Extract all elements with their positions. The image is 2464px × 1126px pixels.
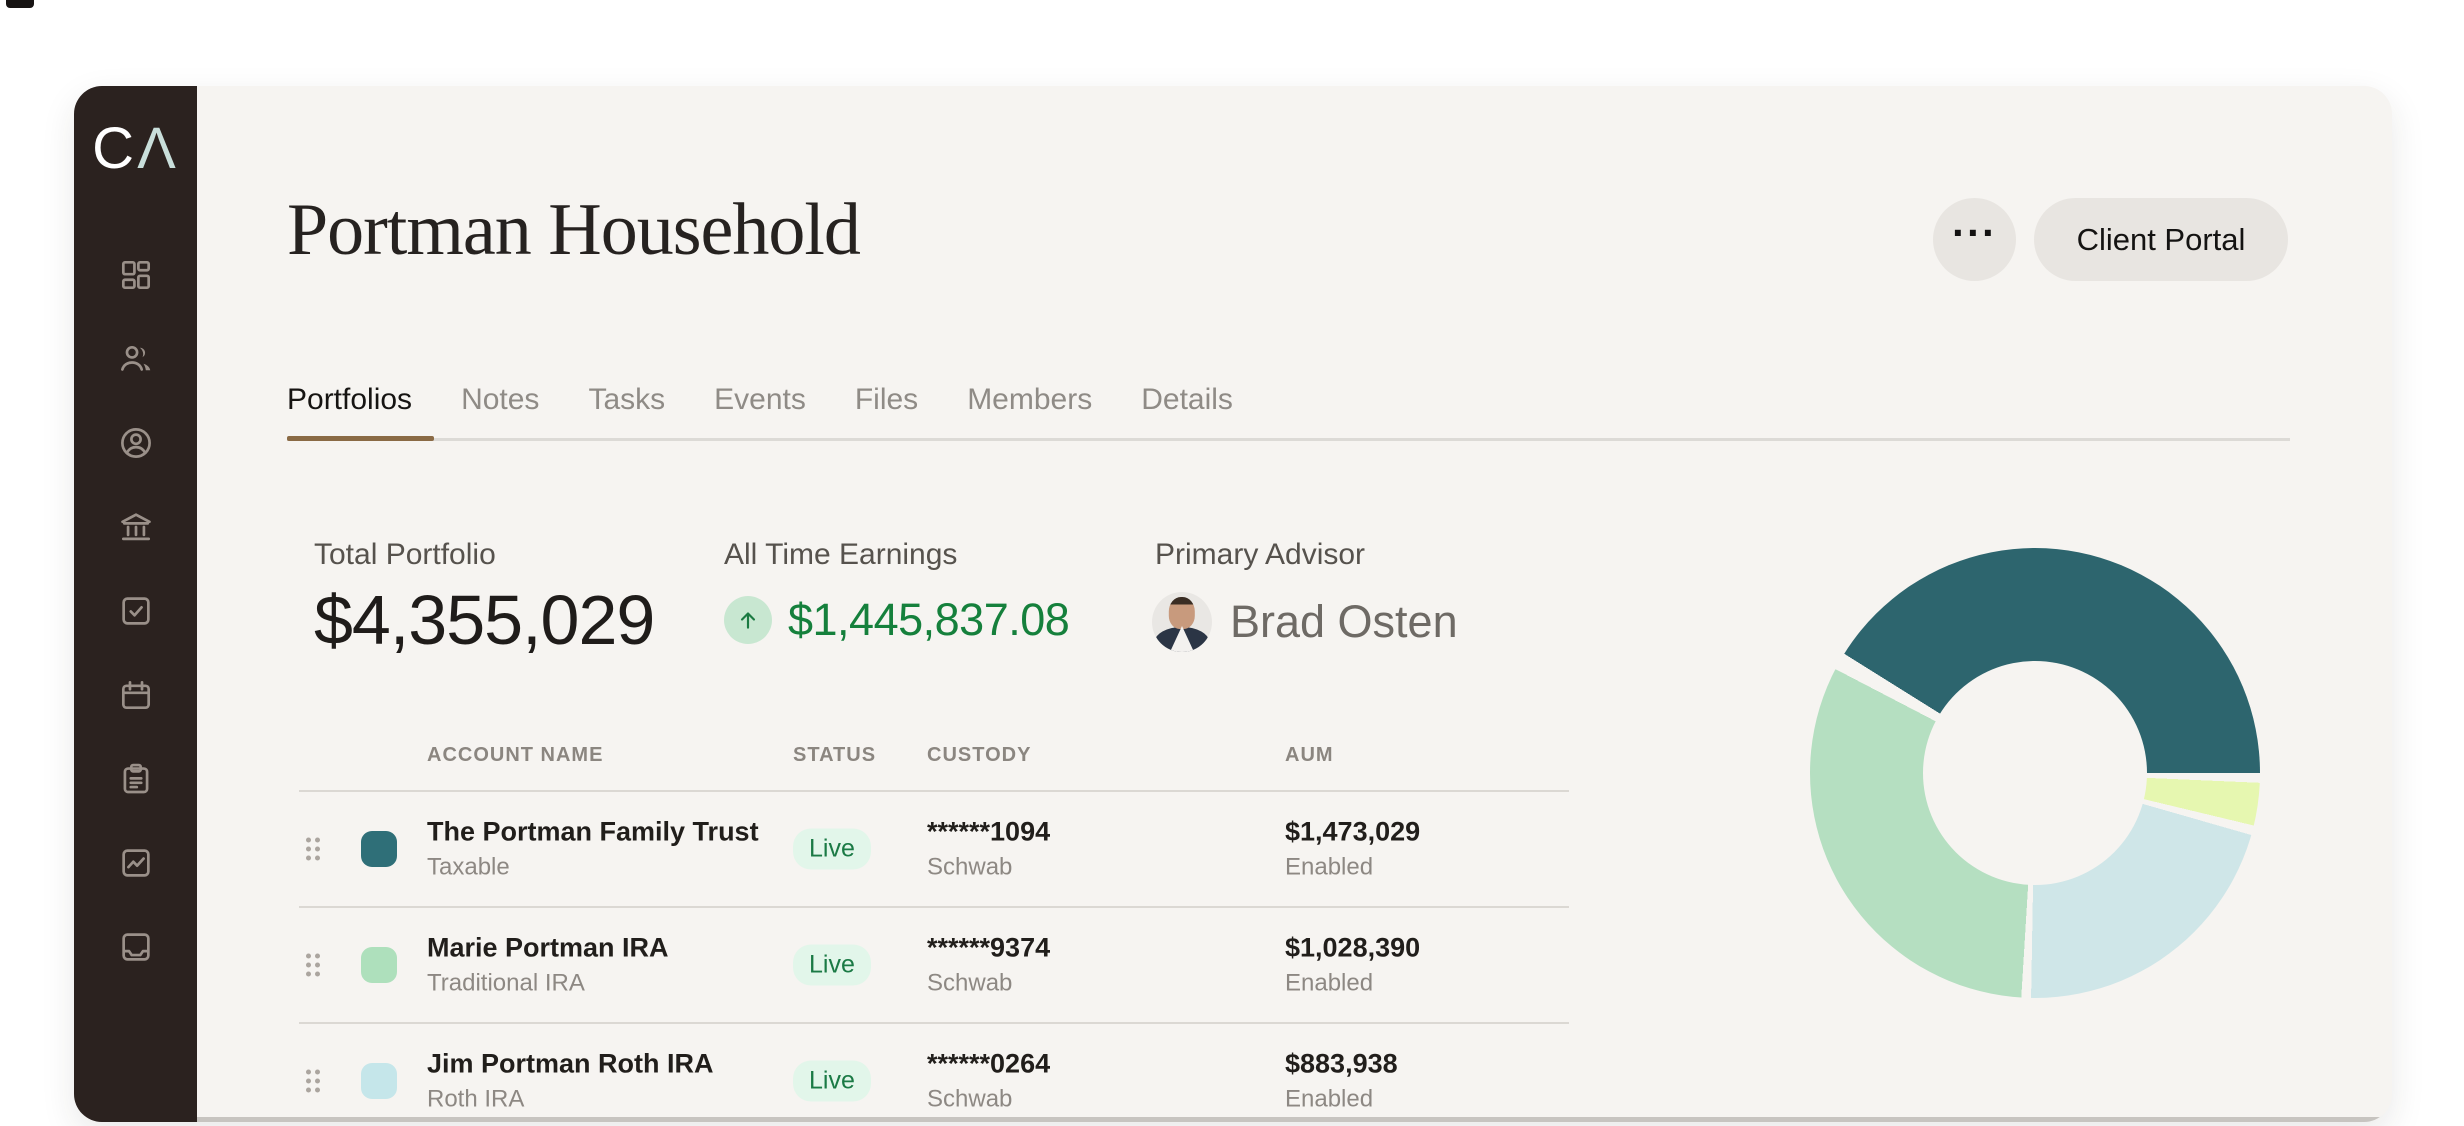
account-color-swatch [361,947,397,983]
sidebar-item-performance[interactable] [117,844,155,882]
account-type: Traditional IRA [427,969,585,997]
custodian-name: Schwab [927,1085,1013,1113]
aum-value: $1,473,029 [1285,816,1421,847]
check-square-icon [121,597,150,625]
user-circle-icon [120,428,151,458]
all-time-earnings-value: $1,445,837.08 [788,594,1070,645]
column-header-aum: AUM [1285,744,1334,766]
sidebar: CΛ [74,86,197,1122]
tab-portfolios[interactable]: Portfolios [287,383,412,441]
sidebar-item-dashboard[interactable] [117,256,155,294]
tab-members[interactable]: Members [967,383,1092,441]
status-badge: Live [793,1060,871,1102]
primary-advisor-label: Primary Advisor [1155,538,1366,571]
avatar-face [1168,597,1196,629]
clipboard-icon [123,763,148,794]
table-row[interactable]: The Portman Family Trust Taxable Live **… [299,790,1569,906]
sidebar-item-profile[interactable] [117,424,155,462]
tab-notes[interactable]: Notes [461,383,539,441]
account-name[interactable]: Jim Portman Roth IRA [427,1049,714,1080]
sidebar-item-tasks[interactable] [117,592,155,630]
total-portfolio-label: Total Portfolio [314,538,496,571]
account-name[interactable]: Marie Portman IRA [427,933,669,964]
custodian-name: Schwab [927,853,1013,881]
table-row[interactable]: Jim Portman Roth IRA Roth IRA Live *****… [299,1022,1569,1122]
status-badge: Live [793,828,871,870]
client-portal-button[interactable]: Client Portal [2034,198,2288,281]
aum-status: Enabled [1285,853,1374,881]
account-type: Taxable [427,853,510,881]
calendar-icon [121,680,150,710]
chart-line-icon [121,849,150,877]
all-time-earnings-label: All Time Earnings [724,538,958,571]
account-type: Roth IRA [427,1085,525,1113]
aum-status: Enabled [1285,969,1374,997]
primary-advisor-row: Brad Osten [1152,592,1458,652]
tab-tasks[interactable]: Tasks [588,383,665,441]
sidebar-item-clients[interactable] [117,340,155,378]
account-number: ******0264 [927,1048,1051,1079]
page-title: Portman Household [287,189,861,271]
account-color-swatch [361,831,397,867]
account-number: ******9374 [927,932,1051,963]
all-time-earnings-row: $1,445,837.08 [724,594,1070,646]
column-header-account-name: ACCOUNT NAME [427,744,604,766]
advisor-name: Brad Osten [1230,596,1458,647]
arrow-up-icon [740,612,756,629]
earnings-up-badge [724,596,772,644]
avatar-shirt [1170,626,1194,652]
tab-details[interactable]: Details [1141,383,1233,441]
bank-icon [120,513,151,541]
accounts-table: ACCOUNT NAME STATUS CUSTODY AUM The Port… [299,736,1569,1122]
table-header: ACCOUNT NAME STATUS CUSTODY AUM [299,736,1569,790]
more-button[interactable]: ··· [1933,198,2016,281]
column-header-status: STATUS [793,744,877,766]
sidebar-item-notes[interactable] [117,760,155,798]
users-icon [120,345,150,371]
column-header-custody: CUSTODY [927,744,1032,766]
aum-value: $1,028,390 [1285,932,1421,963]
aum-status: Enabled [1285,1085,1374,1113]
total-portfolio-value: $4,355,029 [314,581,655,659]
dashboard-icon [121,260,150,290]
custodian-name: Schwab [927,969,1013,997]
status-badge: Live [793,944,871,986]
logo-letter-mark: Λ [137,116,179,181]
account-color-swatch [361,1063,397,1099]
logo-letter-c: C [92,116,138,181]
sidebar-item-calendar[interactable] [117,676,155,714]
tab-track [287,438,2290,441]
window-chip [6,0,34,8]
tab-files[interactable]: Files [855,383,918,441]
drag-handle-icon[interactable] [306,1069,320,1093]
drag-handle-icon[interactable] [306,837,320,861]
inbox-icon [121,933,150,961]
account-name[interactable]: The Portman Family Trust [427,817,759,848]
account-number: ******1094 [927,816,1051,847]
table-row[interactable]: Marie Portman IRA Traditional IRA Live *… [299,906,1569,1022]
drag-handle-icon[interactable] [306,953,320,977]
card-bottom-edge [74,1117,2392,1122]
app-logo: CΛ [74,120,197,178]
sidebar-nav [74,256,197,966]
allocation-donut-chart [1810,548,2260,998]
tab-active-underline [287,436,434,441]
sidebar-item-institution[interactable] [117,508,155,546]
tab-events[interactable]: Events [714,383,806,441]
tab-bar: Portfolios Notes Tasks Events Files Memb… [287,383,1233,441]
sidebar-item-inbox[interactable] [117,928,155,966]
advisor-avatar [1152,592,1212,652]
aum-value: $883,938 [1285,1048,1398,1079]
app-card: CΛ Portman Household ··· Client Portal P… [74,86,2392,1122]
